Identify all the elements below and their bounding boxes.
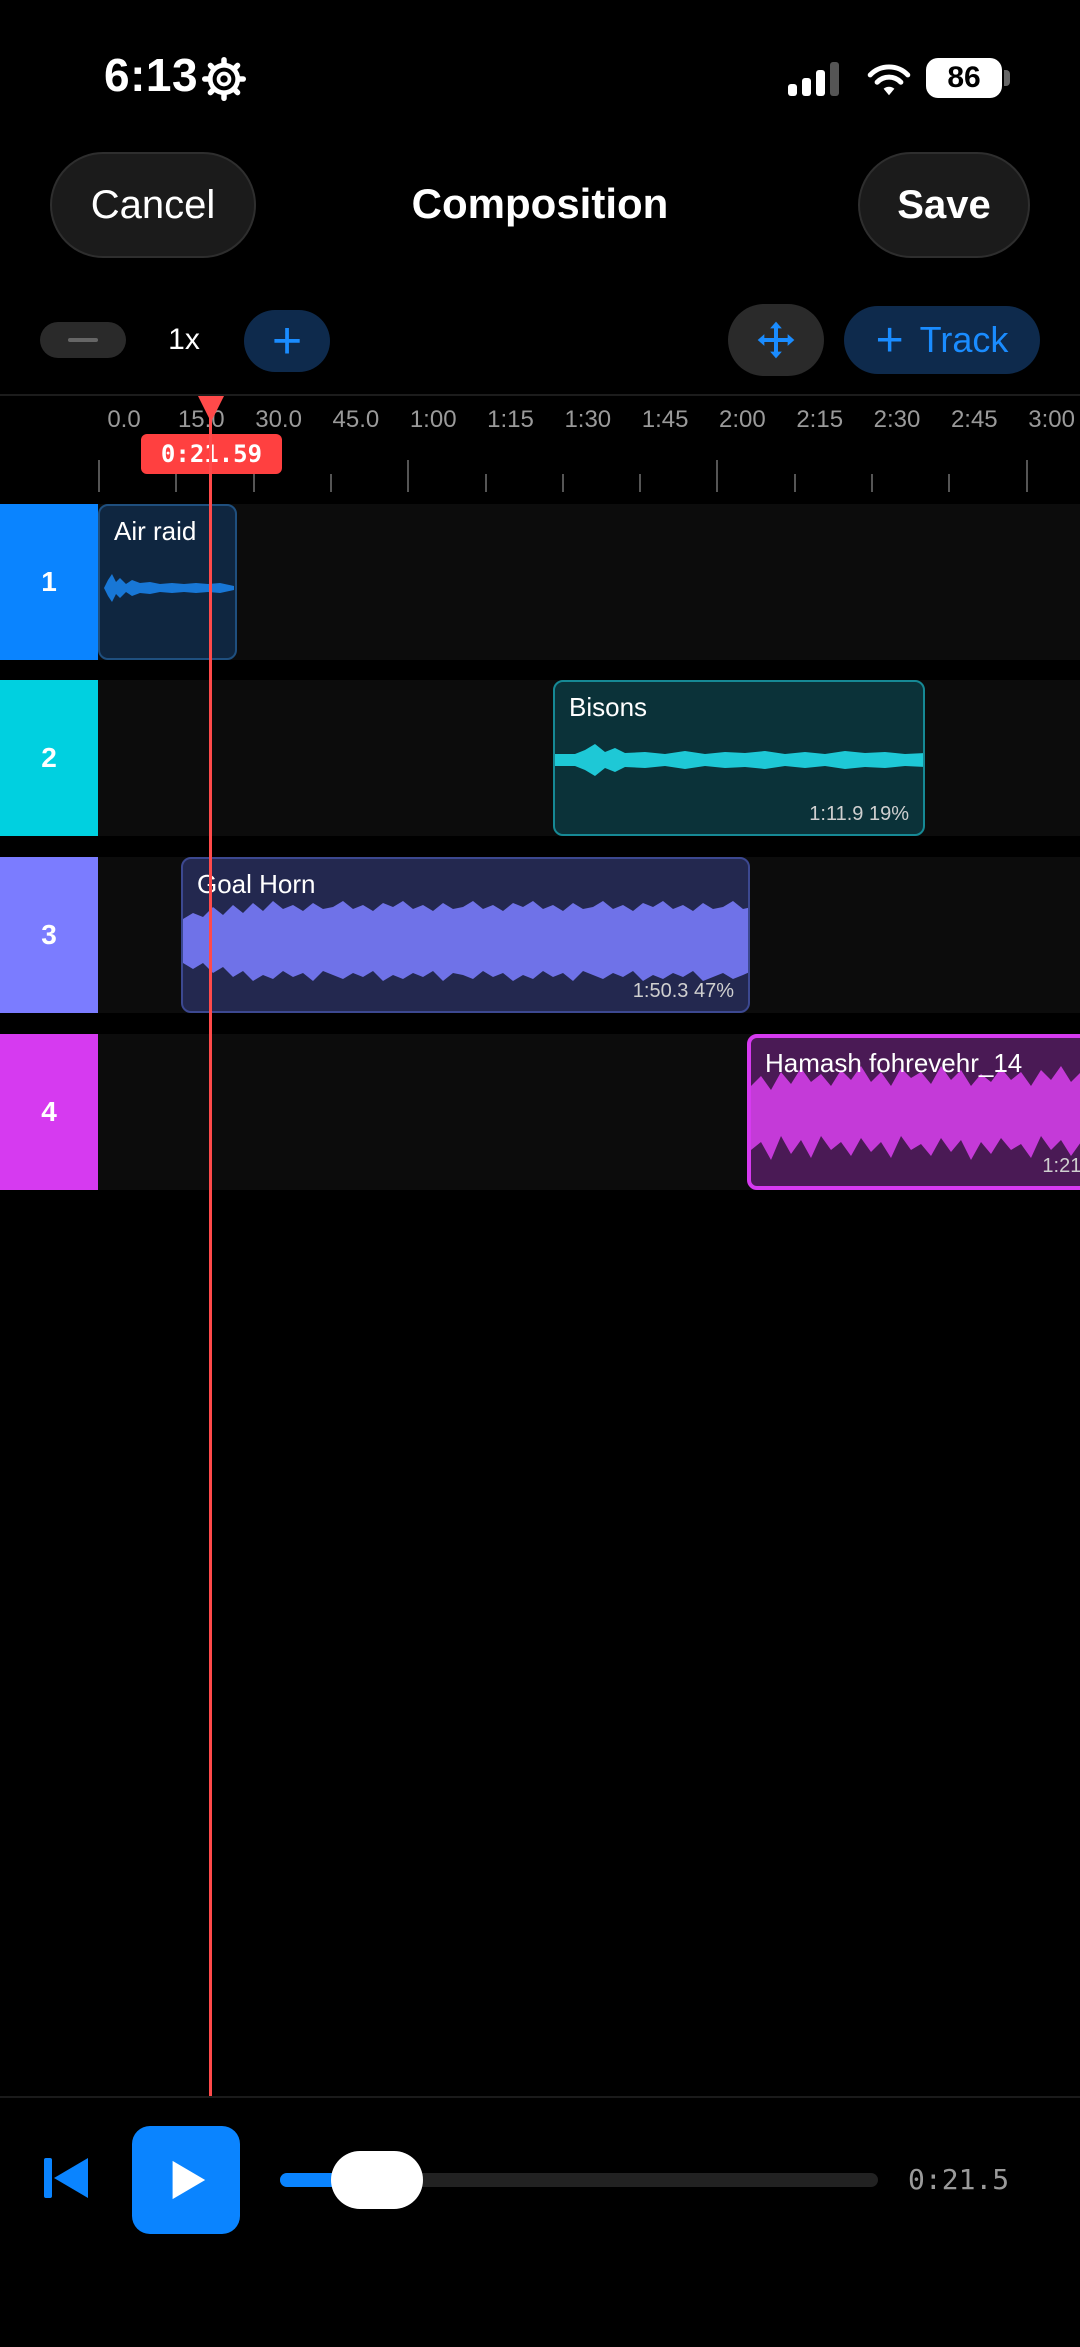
track-number[interactable]: 2	[0, 680, 98, 836]
save-button[interactable]: Save	[858, 152, 1030, 258]
battery-nub	[1004, 70, 1010, 86]
ruler-tick-label: 1:30	[564, 406, 612, 433]
ruler-tick-label: 2:00	[719, 406, 766, 433]
ruler-tick-label: 30.0	[255, 406, 302, 433]
ruler-tick	[252, 474, 255, 492]
zoom-out-button[interactable]	[40, 322, 126, 358]
track-number[interactable]: 4	[0, 1034, 98, 1190]
battery-indicator: 86	[926, 58, 1002, 98]
cancel-button[interactable]: Cancel	[50, 152, 256, 258]
ruler-tick	[639, 474, 642, 492]
clip-duration-volume: 1:50.3 47%	[632, 980, 734, 1002]
ruler-tick-label: 1:15	[487, 406, 534, 433]
ruler-tick-label: 3:00	[1028, 406, 1075, 433]
move-mode-button[interactable]	[728, 304, 824, 376]
ruler-tick-label: 0.0	[107, 406, 141, 433]
playhead-handle[interactable]	[198, 396, 224, 422]
ruler-tick-label: 2:30	[873, 406, 921, 433]
ruler-tick	[175, 474, 178, 492]
page-title: Composition	[411, 180, 669, 227]
track-number[interactable]: 3	[0, 857, 98, 1013]
clip-duration-volume: 1:11.9 19%	[809, 803, 909, 825]
ruler-tick-label: 2:15	[796, 406, 844, 433]
track-number[interactable]: 1	[0, 504, 98, 660]
ruler-tick	[561, 474, 564, 492]
play-button[interactable]	[132, 2126, 240, 2234]
ruler-tick-label: 2:45	[950, 406, 998, 433]
zoom-level: 1x	[168, 323, 200, 356]
ruler-tick	[871, 474, 873, 492]
wifi-icon	[867, 64, 911, 96]
plus-icon: +	[271, 312, 303, 370]
ruler-tick	[948, 474, 951, 492]
ruler-tick	[1025, 460, 1028, 492]
clip-name: Hamash fohrevehr_14	[765, 1048, 1023, 1078]
status-time: 6:13	[104, 49, 199, 101]
ruler-tick	[98, 460, 100, 492]
ruler-tick	[407, 460, 410, 492]
cellular-signal-icon	[788, 62, 842, 96]
zoom-in-button[interactable]: +	[244, 310, 330, 372]
ruler-tick-label: 45.0	[332, 406, 380, 433]
toolbar-divider	[0, 394, 1080, 396]
playhead-line[interactable]	[209, 400, 212, 2096]
playback-time: 0:21.5	[908, 2163, 1010, 2196]
ruler-tick	[793, 474, 796, 492]
ruler-tick	[716, 460, 719, 492]
ruler-tick-label: 1:00	[409, 406, 457, 433]
add-track-button[interactable]: + Track	[844, 306, 1040, 374]
ruler-tick	[329, 474, 332, 492]
waveform	[183, 901, 748, 981]
waveform	[555, 744, 923, 776]
clip-name: Bisons	[569, 692, 648, 722]
add-track-label: Track	[919, 319, 1009, 360]
transport-divider	[0, 2096, 1080, 2098]
audio-clip-goal-horn[interactable]: Goal Horn 1:50.3 47%	[181, 857, 750, 1013]
playback-slider-thumb[interactable]	[330, 2151, 423, 2209]
audio-clip-air-raid[interactable]: Air raid	[98, 504, 237, 660]
clip-name: Air raid	[114, 516, 197, 546]
skip-to-start-icon[interactable]	[42, 2156, 90, 2200]
audio-clip-bisons[interactable]: Bisons 1:11.9 19%	[553, 680, 925, 836]
plus-icon: +	[875, 313, 904, 367]
clip-name: Goal Horn	[197, 869, 316, 899]
clip-duration-volume: 1:21.2	[1042, 1155, 1080, 1177]
audio-clip-hamash[interactable]: Hamash fohrevehr_14 1:21.2	[747, 1034, 1080, 1190]
waveform	[104, 574, 234, 602]
move-arrows-icon	[757, 321, 795, 359]
ruler-tick-label: 1:45	[641, 406, 689, 433]
gear-icon	[202, 57, 246, 101]
ruler-tick	[484, 474, 487, 492]
play-icon	[172, 2160, 206, 2200]
minus-icon	[68, 338, 98, 342]
